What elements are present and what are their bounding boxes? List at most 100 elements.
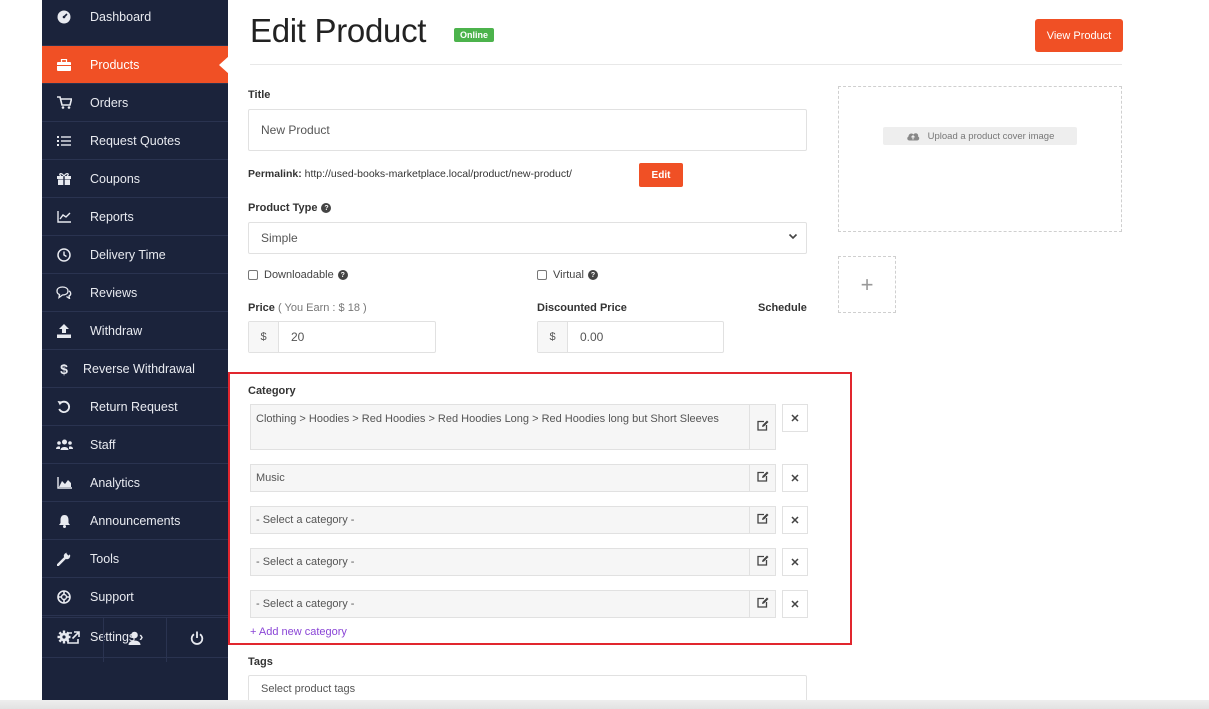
remove-category-button[interactable]: ✕: [782, 404, 808, 432]
close-icon: ✕: [790, 472, 800, 485]
sidebar-item-reviews[interactable]: Reviews: [42, 274, 228, 312]
sidebar-item-dashboard[interactable]: Dashboard: [42, 0, 228, 46]
profile-button[interactable]: [104, 618, 167, 662]
sidebar-item-products[interactable]: Products: [42, 46, 229, 84]
permalink-url[interactable]: http://used-books-marketplace.local/prod…: [305, 168, 572, 180]
category-select[interactable]: Clothing > Hoodies > Red Hoodies > Red H…: [250, 404, 750, 450]
category-select[interactable]: - Select a category -: [250, 590, 750, 618]
add-gallery-image-button[interactable]: +: [838, 256, 896, 313]
category-select[interactable]: - Select a category -: [250, 548, 750, 576]
sidebar-item-label: Return Request: [90, 399, 178, 414]
sidebar-footer: [42, 617, 228, 662]
discounted-price-value[interactable]: 0.00: [568, 322, 723, 352]
upload-cover-button[interactable]: Upload a product cover image: [883, 127, 1077, 145]
edit-category-button[interactable]: [750, 590, 776, 618]
sidebar-item-label: Reverse Withdrawal: [83, 361, 195, 376]
currency-symbol: $: [538, 322, 568, 352]
sidebar-item-label: Dashboard: [90, 9, 152, 24]
sidebar-item-delivery-time[interactable]: Delivery Time: [42, 236, 228, 274]
product-type-label-text: Product Type: [248, 202, 318, 214]
permalink-label: Permalink:: [248, 168, 302, 180]
category-row[interactable]: - Select a category - ✕: [250, 506, 808, 534]
chevron-down-icon: [788, 230, 798, 244]
edit-category-button[interactable]: [750, 404, 776, 450]
category-row[interactable]: Music ✕: [250, 464, 808, 492]
power-icon: [190, 631, 204, 650]
tags-placeholder: Select product tags: [261, 682, 356, 695]
help-icon[interactable]: ?: [337, 270, 348, 280]
sidebar: Dashboard Products Orders Request Quotes…: [42, 0, 229, 709]
checkbox-box[interactable]: [537, 270, 547, 280]
edit-category-button[interactable]: [750, 506, 776, 534]
edit-category-button[interactable]: [750, 464, 776, 492]
external-link-button[interactable]: [42, 618, 105, 662]
sidebar-item-label: Products: [90, 57, 140, 72]
sidebar-item-request-quotes[interactable]: Request Quotes: [42, 122, 228, 160]
app-root: Dashboard Products Orders Request Quotes…: [0, 0, 1209, 709]
sidebar-item-label: Request Quotes: [90, 133, 181, 148]
sidebar-item-return-request[interactable]: Return Request: [42, 388, 228, 426]
status-badge: Online: [454, 28, 495, 42]
sidebar-item-coupons[interactable]: Coupons: [42, 160, 228, 198]
category-label: Category: [248, 385, 296, 397]
remove-category-button[interactable]: ✕: [782, 464, 808, 492]
category-value: - Select a category -: [256, 556, 355, 568]
price-label-text: Price: [248, 302, 275, 314]
sidebar-item-support[interactable]: Support: [42, 578, 228, 616]
remove-category-button[interactable]: ✕: [782, 548, 808, 576]
sidebar-item-label: Reports: [90, 209, 134, 224]
price-label: Price ( You Earn : $ 18 ): [248, 302, 367, 314]
category-value: Music: [256, 472, 285, 484]
edit-icon: [756, 595, 769, 613]
tags-input[interactable]: Select product tags: [248, 675, 807, 702]
sidebar-item-withdraw[interactable]: Withdraw: [42, 312, 228, 350]
downloadable-label: Downloadable: [264, 269, 334, 281]
sidebar-item-announcements[interactable]: Announcements: [42, 502, 228, 540]
price-earn-note: ( You Earn : $ 18 ): [277, 302, 367, 314]
edit-category-button[interactable]: [750, 548, 776, 576]
title-input[interactable]: New Product: [248, 109, 807, 151]
add-new-category-link[interactable]: + Add new category: [250, 626, 347, 638]
category-select[interactable]: - Select a category -: [250, 506, 750, 534]
edit-icon: [756, 469, 769, 487]
help-icon[interactable]: ?: [587, 270, 598, 280]
category-value: - Select a category -: [256, 598, 355, 610]
sidebar-item-analytics[interactable]: Analytics: [42, 464, 228, 502]
edit-icon: [756, 418, 769, 436]
category-select[interactable]: Music: [250, 464, 750, 492]
discounted-price-input[interactable]: $ 0.00: [537, 321, 724, 353]
sidebar-item-reverse-withdrawal[interactable]: $ Reverse Withdrawal: [42, 350, 228, 388]
product-type-select[interactable]: Simple: [248, 222, 807, 254]
sidebar-item-reports[interactable]: Reports: [42, 198, 228, 236]
sidebar-item-staff[interactable]: Staff: [42, 426, 228, 464]
category-row[interactable]: Clothing > Hoodies > Red Hoodies > Red H…: [250, 404, 808, 450]
area-chart-icon: [54, 476, 74, 489]
dollar-icon: $: [60, 360, 68, 377]
sidebar-item-tools[interactable]: Tools: [42, 540, 228, 578]
price-value[interactable]: 20: [279, 322, 435, 352]
virtual-checkbox[interactable]: Virtual?: [537, 269, 598, 281]
help-icon[interactable]: ?: [321, 203, 332, 214]
users-icon: [54, 439, 74, 451]
sidebar-item-label: Coupons: [90, 171, 141, 186]
dashboard-icon: [54, 10, 74, 24]
page-title: Edit Product: [250, 12, 427, 49]
permalink-edit-button[interactable]: Edit: [639, 163, 683, 187]
close-icon: ✕: [790, 514, 800, 527]
checkbox-box[interactable]: [248, 270, 258, 280]
price-input[interactable]: $ 20: [248, 321, 436, 353]
downloadable-checkbox[interactable]: Downloadable?: [248, 269, 348, 281]
sidebar-item-label: Orders: [90, 95, 129, 110]
view-product-button[interactable]: View Product: [1035, 19, 1123, 52]
remove-category-button[interactable]: ✕: [782, 506, 808, 534]
logout-button[interactable]: [167, 618, 228, 662]
schedule-link[interactable]: Schedule: [758, 302, 807, 314]
remove-category-button[interactable]: ✕: [782, 590, 808, 618]
title-divider: [250, 64, 1122, 65]
cover-image-dropzone[interactable]: Upload a product cover image: [838, 86, 1122, 232]
virtual-label: Virtual: [553, 269, 584, 281]
sidebar-item-label: Reviews: [90, 285, 138, 300]
sidebar-item-orders[interactable]: Orders: [42, 84, 228, 122]
category-row[interactable]: - Select a category - ✕: [250, 590, 808, 618]
category-row[interactable]: - Select a category - ✕: [250, 548, 808, 576]
